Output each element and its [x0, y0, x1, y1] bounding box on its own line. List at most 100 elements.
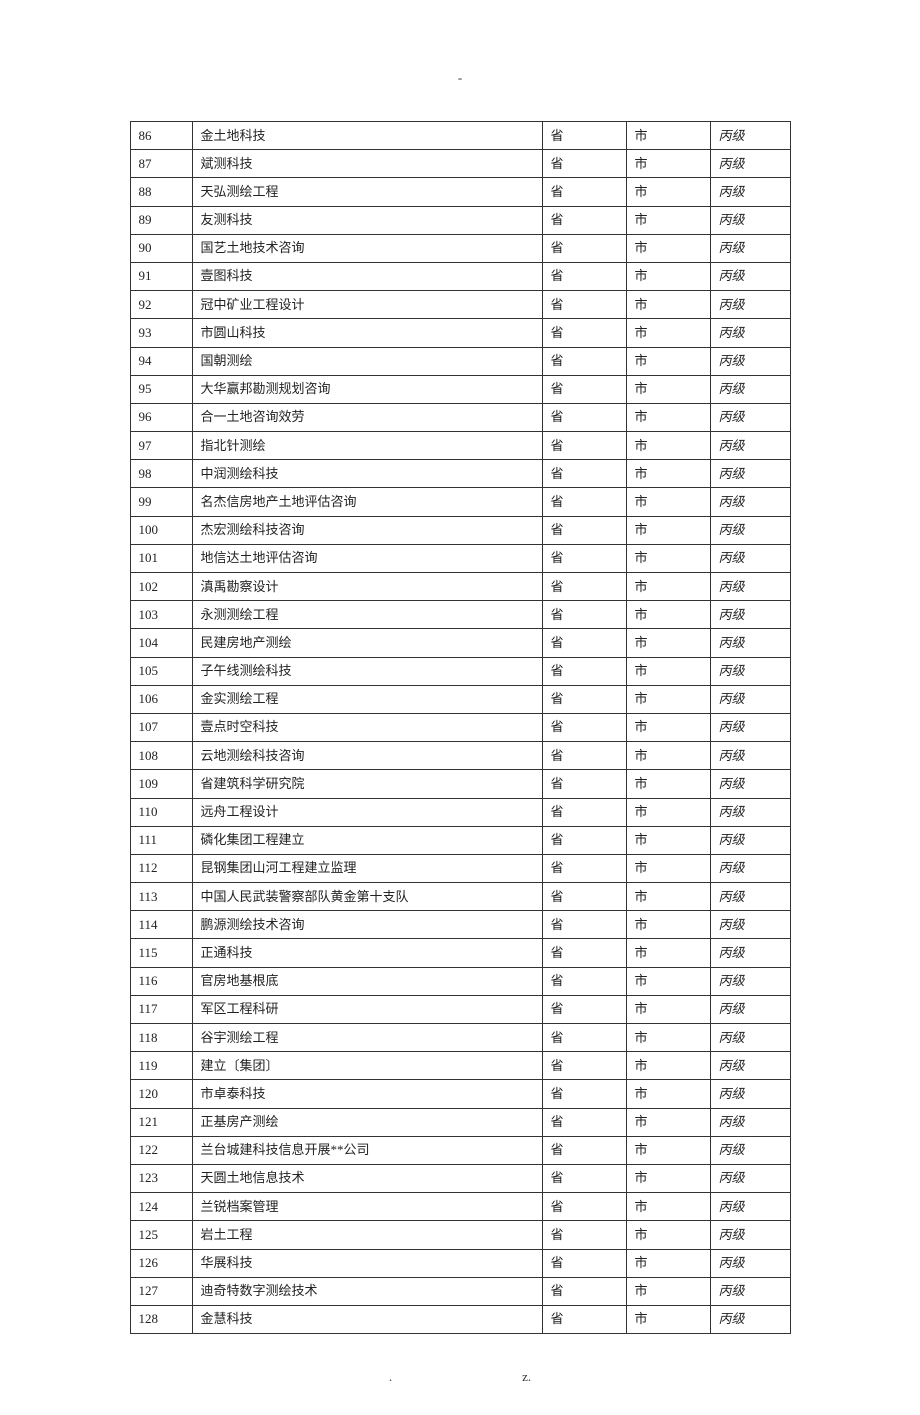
cell-number: 120 [130, 1080, 192, 1108]
table-row: 123天圆土地信息技术省市丙级 [130, 1164, 790, 1192]
cell-city: 市 [626, 460, 710, 488]
cell-number: 116 [130, 967, 192, 995]
cell-province: 省 [542, 375, 626, 403]
cell-province: 省 [542, 403, 626, 431]
cell-province: 省 [542, 432, 626, 460]
table-row: 88天弘测绘工程省市丙级 [130, 178, 790, 206]
cell-grade: 丙级 [710, 234, 790, 262]
cell-city: 市 [626, 1164, 710, 1192]
cell-grade: 丙级 [710, 544, 790, 572]
table-row: 116官房地基根底省市丙级 [130, 967, 790, 995]
cell-grade: 丙级 [710, 742, 790, 770]
cell-number: 112 [130, 854, 192, 882]
table-row: 105子午线测绘科技省市丙级 [130, 657, 790, 685]
cell-company-name: 天圆土地信息技术 [192, 1164, 542, 1192]
cell-company-name: 壹点时空科技 [192, 713, 542, 741]
cell-city: 市 [626, 685, 710, 713]
cell-company-name: 正通科技 [192, 939, 542, 967]
table-row: 119建立〔集团〕省市丙级 [130, 1052, 790, 1080]
cell-number: 124 [130, 1193, 192, 1221]
cell-grade: 丙级 [710, 1024, 790, 1052]
footer-z: z. [522, 1369, 531, 1384]
table-row: 122兰台城建科技信息开展**公司省市丙级 [130, 1136, 790, 1164]
cell-company-name: 中润测绘科技 [192, 460, 542, 488]
cell-grade: 丙级 [710, 798, 790, 826]
cell-grade: 丙级 [710, 629, 790, 657]
cell-city: 市 [626, 1249, 710, 1277]
cell-province: 省 [542, 460, 626, 488]
table-row: 120市卓泰科技省市丙级 [130, 1080, 790, 1108]
cell-number: 108 [130, 742, 192, 770]
cell-city: 市 [626, 1305, 710, 1333]
cell-city: 市 [626, 967, 710, 995]
cell-province: 省 [542, 1277, 626, 1305]
cell-province: 省 [542, 1108, 626, 1136]
cell-number: 111 [130, 826, 192, 854]
cell-grade: 丙级 [710, 685, 790, 713]
cell-province: 省 [542, 1024, 626, 1052]
table-row: 118谷宇测绘工程省市丙级 [130, 1024, 790, 1052]
cell-company-name: 迪奇特数字测绘技术 [192, 1277, 542, 1305]
cell-number: 104 [130, 629, 192, 657]
cell-company-name: 壹图科技 [192, 262, 542, 290]
cell-number: 96 [130, 403, 192, 431]
table-row: 98中润测绘科技省市丙级 [130, 460, 790, 488]
cell-grade: 丙级 [710, 770, 790, 798]
cell-province: 省 [542, 573, 626, 601]
cell-number: 100 [130, 516, 192, 544]
cell-grade: 丙级 [710, 432, 790, 460]
cell-province: 省 [542, 770, 626, 798]
cell-grade: 丙级 [710, 657, 790, 685]
cell-province: 省 [542, 1193, 626, 1221]
cell-city: 市 [626, 1193, 710, 1221]
table-row: 106金实测绘工程省市丙级 [130, 685, 790, 713]
cell-grade: 丙级 [710, 911, 790, 939]
cell-number: 109 [130, 770, 192, 798]
cell-company-name: 国朝测绘 [192, 347, 542, 375]
cell-city: 市 [626, 234, 710, 262]
cell-grade: 丙级 [710, 347, 790, 375]
table-row: 95大华赢邦勘测规划咨询省市丙级 [130, 375, 790, 403]
cell-company-name: 华展科技 [192, 1249, 542, 1277]
cell-grade: 丙级 [710, 375, 790, 403]
cell-province: 省 [542, 1305, 626, 1333]
cell-number: 123 [130, 1164, 192, 1192]
table-row: 114鹏源测绘技术咨询省市丙级 [130, 911, 790, 939]
cell-city: 市 [626, 544, 710, 572]
table-row: 117军区工程科研省市丙级 [130, 995, 790, 1023]
table-row: 99名杰信房地产土地评估咨询省市丙级 [130, 488, 790, 516]
cell-city: 市 [626, 1024, 710, 1052]
cell-number: 101 [130, 544, 192, 572]
cell-company-name: 杰宏测绘科技咨询 [192, 516, 542, 544]
cell-city: 市 [626, 1052, 710, 1080]
cell-company-name: 建立〔集团〕 [192, 1052, 542, 1080]
cell-province: 省 [542, 516, 626, 544]
cell-number: 97 [130, 432, 192, 460]
cell-number: 110 [130, 798, 192, 826]
cell-province: 省 [542, 601, 626, 629]
cell-number: 121 [130, 1108, 192, 1136]
cell-city: 市 [626, 1108, 710, 1136]
cell-province: 省 [542, 995, 626, 1023]
page-top-mark: - [0, 70, 920, 86]
cell-number: 86 [130, 122, 192, 150]
cell-number: 125 [130, 1221, 192, 1249]
cell-grade: 丙级 [710, 1249, 790, 1277]
cell-number: 117 [130, 995, 192, 1023]
cell-province: 省 [542, 713, 626, 741]
cell-grade: 丙级 [710, 319, 790, 347]
cell-company-name: 官房地基根底 [192, 967, 542, 995]
cell-company-name: 友测科技 [192, 206, 542, 234]
cell-company-name: 军区工程科研 [192, 995, 542, 1023]
cell-company-name: 昆钢集团山河工程建立监理 [192, 854, 542, 882]
cell-province: 省 [542, 319, 626, 347]
table-row: 90国艺土地技术咨询省市丙级 [130, 234, 790, 262]
cell-company-name: 指北针测绘 [192, 432, 542, 460]
cell-province: 省 [542, 206, 626, 234]
cell-grade: 丙级 [710, 516, 790, 544]
cell-city: 市 [626, 488, 710, 516]
cell-grade: 丙级 [710, 1221, 790, 1249]
cell-grade: 丙级 [710, 1193, 790, 1221]
table-row: 124兰锐档案管理省市丙级 [130, 1193, 790, 1221]
cell-city: 市 [626, 770, 710, 798]
